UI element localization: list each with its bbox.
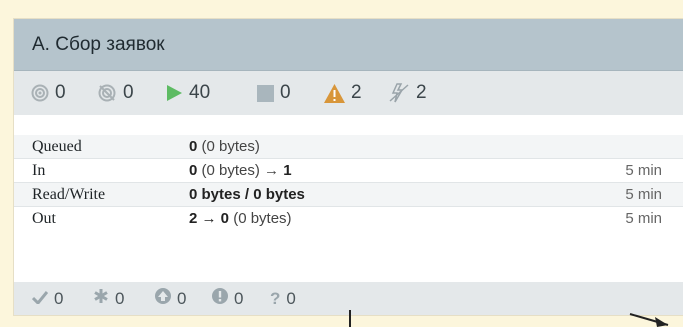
transmitting-status: 0 (31, 71, 66, 115)
read-write-value: 0 bytes / 0 bytes (189, 186, 305, 203)
out-time: 5 min (625, 210, 662, 227)
not-transmitting-icon (97, 83, 117, 103)
out-value: 2 → 0 (0 bytes) (189, 210, 292, 227)
process-group-header[interactable]: А. Сбор заявок (14, 19, 683, 71)
play-icon (165, 84, 183, 102)
not-transmitting-status: 0 (97, 71, 134, 115)
running-count: 40 (189, 82, 211, 103)
stats-row-read-write: Read/Write 0 bytes / 0 bytes 5 min (14, 182, 683, 206)
queued-value: 0 (0 bytes) (189, 138, 260, 155)
transmitting-count: 0 (55, 82, 66, 103)
not-transmitting-count: 0 (123, 82, 134, 103)
in-label: In (32, 162, 46, 179)
stats-table: Queued 0 (0 bytes) In 0 (0 bytes) → 1 5 … (14, 135, 683, 230)
stopped-count: 0 (280, 82, 291, 103)
queued-label: Queued (32, 138, 82, 155)
connection-lines (349, 310, 669, 327)
in-value: 0 (0 bytes) → 1 (189, 162, 292, 179)
stop-icon (257, 84, 274, 102)
in-time: 5 min (625, 162, 662, 179)
running-status: 40 (165, 71, 210, 115)
disabled-status: 2 (388, 71, 427, 115)
stats-row-in: In 0 (0 bytes) → 1 5 min (14, 158, 683, 182)
disabled-count: 2 (416, 82, 427, 103)
invalid-status: 2 (324, 71, 362, 115)
process-group-card[interactable]: А. Сбор заявок 0 0 40 0 2 2 Queued 0 (0 … (14, 19, 683, 315)
transmitting-icon (31, 84, 49, 102)
disabled-icon (388, 83, 410, 103)
stopped-status: 0 (257, 71, 291, 115)
read-write-label: Read/Write (32, 186, 106, 203)
process-group-title: А. Сбор заявок (32, 34, 165, 55)
status-bar: 0 0 40 0 2 2 (14, 71, 683, 115)
read-write-time: 5 min (625, 186, 662, 203)
stats-row-out: Out 2 → 0 (0 bytes) 5 min (14, 206, 683, 230)
invalid-count: 2 (351, 82, 362, 103)
warning-icon (324, 83, 345, 103)
stats-row-queued: Queued 0 (0 bytes) (14, 135, 683, 158)
out-label: Out (32, 210, 56, 227)
